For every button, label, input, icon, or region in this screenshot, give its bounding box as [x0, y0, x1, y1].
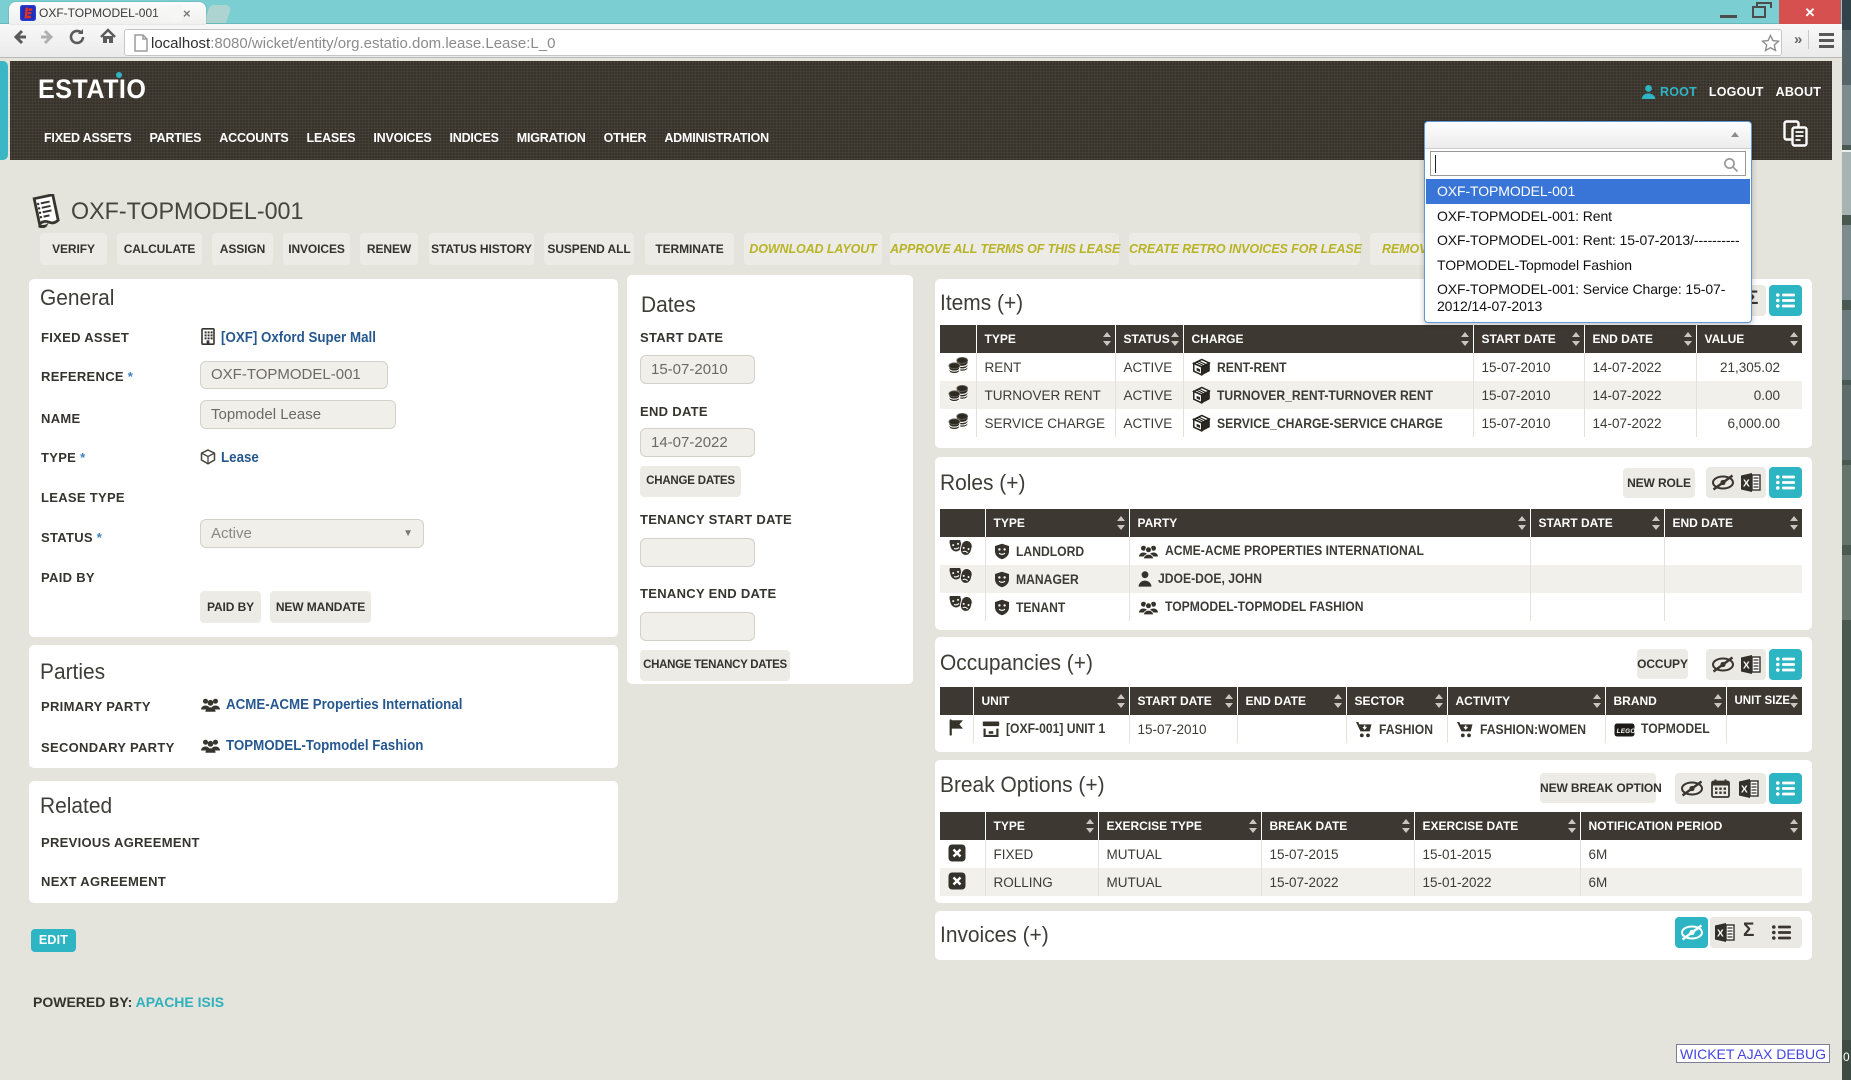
svg-text:X: X [1741, 785, 1748, 796]
svg-text:X: X [1717, 929, 1724, 940]
svg-text:X: X [1743, 661, 1750, 672]
svg-text:LEGO: LEGO [1616, 728, 1634, 735]
svg-text:X: X [1743, 479, 1750, 490]
